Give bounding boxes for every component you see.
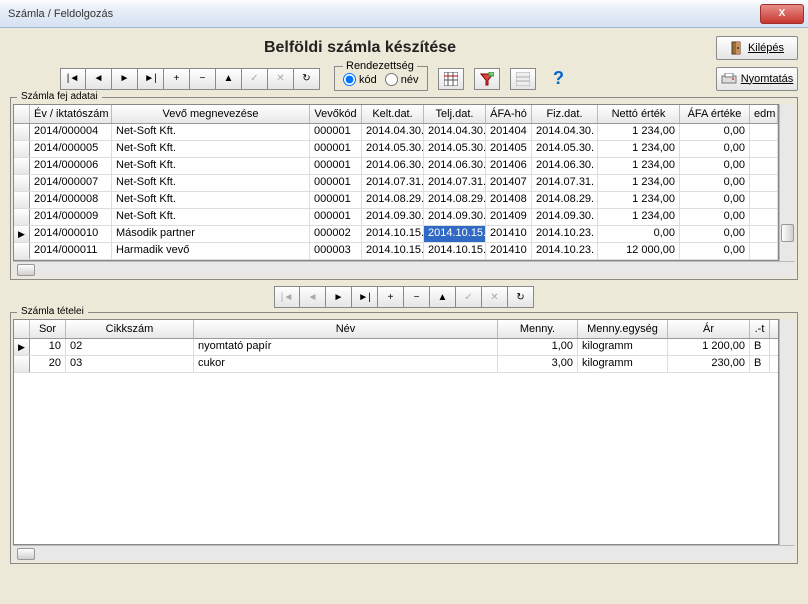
detail-groupbox: Számla tételei Sor Cikkszám Név Menny. M… <box>10 312 798 564</box>
col-kelt[interactable]: Kelt.dat. <box>362 105 424 123</box>
nav-delete[interactable]: − <box>190 68 216 90</box>
det-next[interactable]: ► <box>326 286 352 308</box>
funnel-icon <box>480 72 494 86</box>
grid-icon <box>444 72 458 86</box>
det-up[interactable]: ▲ <box>430 286 456 308</box>
grid2-button[interactable] <box>510 68 536 90</box>
col-fiz[interactable]: Fiz.dat. <box>532 105 598 123</box>
col-egys[interactable]: Menny.egység <box>578 320 668 338</box>
detail-hscroll[interactable] <box>13 545 795 561</box>
nav-confirm[interactable]: ✓ <box>242 68 268 90</box>
det-last[interactable]: ►| <box>352 286 378 308</box>
col-menny[interactable]: Menny. <box>498 320 578 338</box>
header-groupbox: Számla fej adatai Év / iktatószám Vevő m… <box>10 97 798 280</box>
col-ar[interactable]: Ár <box>668 320 750 338</box>
detail-nav-toolbar: |◄ ◄ ► ►| + − ▲ ✓ ✕ ↻ <box>274 286 534 308</box>
sort-groupbox: Rendezettség kód név <box>334 66 428 91</box>
invoice-header-grid[interactable]: Év / iktatószám Vevő megnevezése Vevőkód… <box>13 104 779 261</box>
invoice-detail-grid[interactable]: Sor Cikkszám Név Menny. Menny.egység Ár … <box>13 319 779 545</box>
nav-first[interactable]: |◄ <box>60 68 86 90</box>
exit-button[interactable]: Kilépés <box>716 36 798 60</box>
col-cikk[interactable]: Cikkszám <box>66 320 194 338</box>
table-row[interactable]: ▶1002nyomtató papír1,00kilogramm1 200,00… <box>14 339 778 356</box>
col-sor[interactable]: Sor <box>30 320 66 338</box>
det-refresh[interactable]: ↻ <box>508 286 534 308</box>
window-title: Számla / Feldolgozás <box>4 8 758 20</box>
col-afaertek[interactable]: ÁFA értéke <box>680 105 750 123</box>
col-telj[interactable]: Telj.dat. <box>424 105 486 123</box>
col-vevokod[interactable]: Vevőkód <box>310 105 362 123</box>
col-t[interactable]: .-t <box>750 320 770 338</box>
col-vevo[interactable]: Vevő megnevezése <box>112 105 310 123</box>
table-row[interactable]: 2014/000009Net-Soft Kft.0000012014.09.30… <box>14 209 778 226</box>
header-hscroll[interactable] <box>13 261 795 277</box>
sort-name-radio[interactable]: név <box>385 73 419 86</box>
col-nev[interactable]: Név <box>194 320 498 338</box>
nav-last[interactable]: ►| <box>138 68 164 90</box>
col-afaho[interactable]: ÁFA-hó <box>486 105 532 123</box>
filter-button[interactable] <box>474 68 500 90</box>
col-netto[interactable]: Nettó érték <box>598 105 680 123</box>
col-edm[interactable]: edm <box>750 105 778 123</box>
table-icon <box>516 72 530 86</box>
nav-prev[interactable]: ◄ <box>86 68 112 90</box>
nav-add[interactable]: + <box>164 68 190 90</box>
det-delete[interactable]: − <box>404 286 430 308</box>
nav-up[interactable]: ▲ <box>216 68 242 90</box>
sort-code-radio[interactable]: kód <box>343 73 377 86</box>
nav-refresh[interactable]: ↻ <box>294 68 320 90</box>
table-row[interactable]: 2014/000006Net-Soft Kft.0000012014.06.30… <box>14 158 778 175</box>
table-row[interactable]: ▶2014/000010Második partner0000022014.10… <box>14 226 778 243</box>
print-button[interactable]: Nyomtatás <box>716 67 798 91</box>
nav-cancel[interactable]: ✕ <box>268 68 294 90</box>
table-row[interactable]: 2014/000004Net-Soft Kft.0000012014.04.30… <box>14 124 778 141</box>
table-row[interactable]: 2014/000005Net-Soft Kft.0000012014.05.30… <box>14 141 778 158</box>
table-row[interactable]: 2014/000008Net-Soft Kft.0000012014.08.29… <box>14 192 778 209</box>
printer-icon <box>721 73 737 85</box>
close-button[interactable]: X <box>760 4 804 24</box>
detail-vscroll[interactable] <box>779 319 795 545</box>
table-row[interactable]: 2014/000007Net-Soft Kft.0000012014.07.31… <box>14 175 778 192</box>
header-nav-toolbar: |◄ ◄ ► ►| + − ▲ ✓ ✕ ↻ <box>60 68 320 90</box>
table-row[interactable]: 2003cukor3,00kilogramm230,00B <box>14 356 778 373</box>
table-row[interactable]: 2014/000011Harmadik vevő0000032014.10.15… <box>14 243 778 260</box>
titlebar: Számla / Feldolgozás X <box>0 0 808 28</box>
door-icon <box>730 41 744 55</box>
grid-icon-button[interactable] <box>438 68 464 90</box>
det-cancel[interactable]: ✕ <box>482 286 508 308</box>
page-title: Belföldi számla készítése <box>10 39 710 57</box>
det-add[interactable]: + <box>378 286 404 308</box>
help-button[interactable]: ? <box>546 68 572 90</box>
det-prev[interactable]: ◄ <box>300 286 326 308</box>
det-first[interactable]: |◄ <box>274 286 300 308</box>
nav-next[interactable]: ► <box>112 68 138 90</box>
header-vscroll[interactable] <box>779 104 795 261</box>
det-confirm[interactable]: ✓ <box>456 286 482 308</box>
col-iktato[interactable]: Év / iktatószám <box>30 105 112 123</box>
